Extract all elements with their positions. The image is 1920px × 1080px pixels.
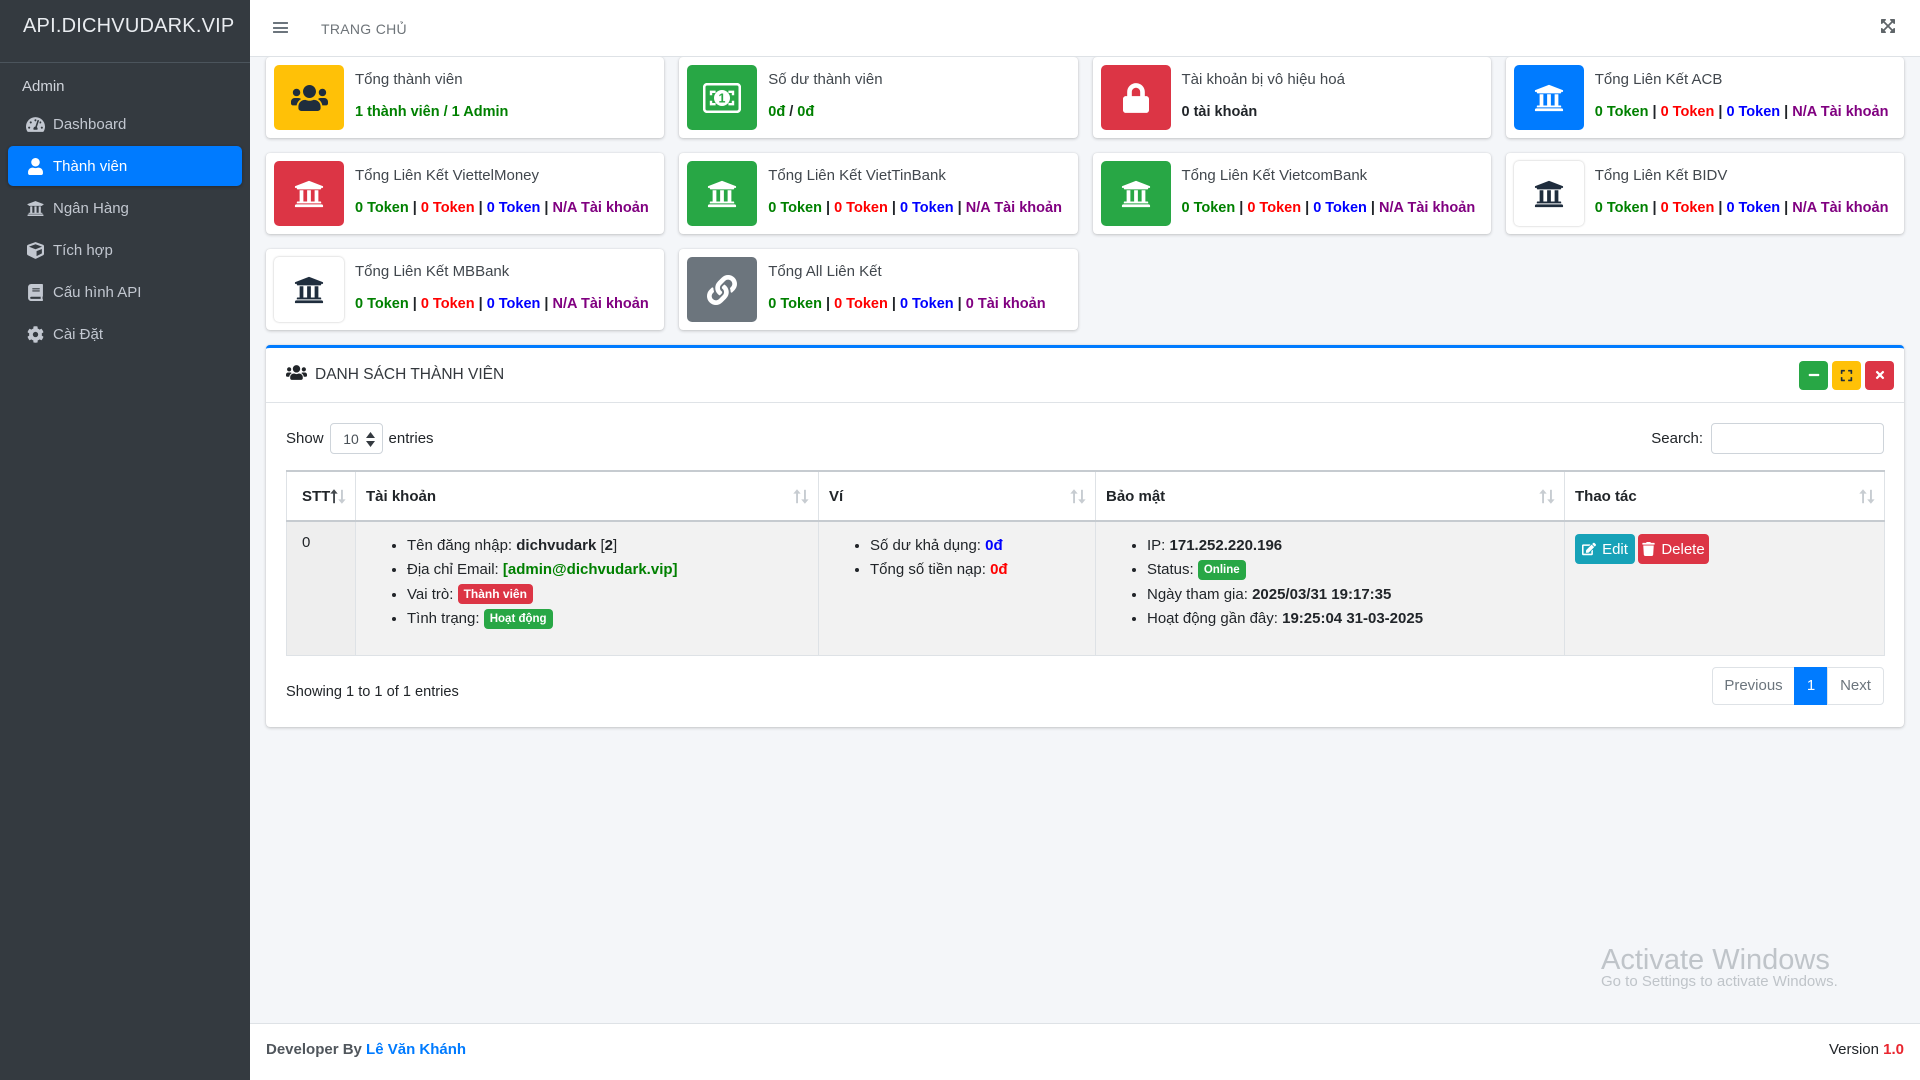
svg-text:1: 1: [719, 91, 726, 105]
